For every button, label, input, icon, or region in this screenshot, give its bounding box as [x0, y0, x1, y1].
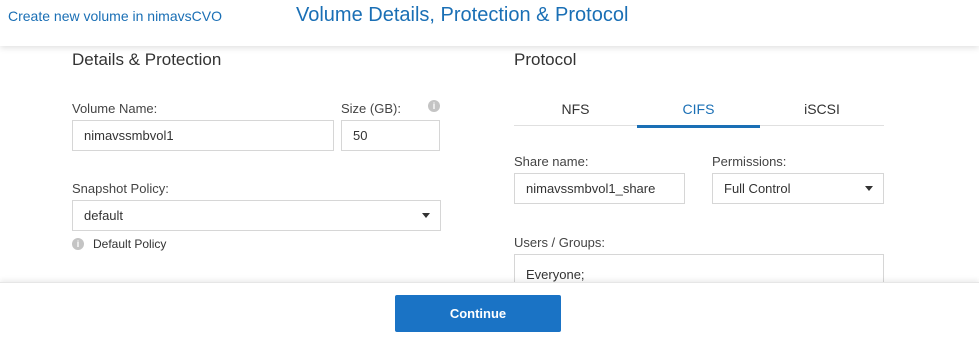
info-icon[interactable]: i: [428, 100, 440, 112]
info-icon: i: [72, 238, 84, 250]
page-title: Volume Details, Protection & Protocol: [296, 4, 629, 26]
size-label: Size (GB):: [341, 101, 401, 116]
snapshot-policy-select[interactable]: default: [72, 200, 441, 231]
snapshot-policy-value: default: [84, 208, 124, 223]
snapshot-policy-note: Default Policy: [93, 237, 167, 251]
snapshot-policy-label: Snapshot Policy:: [72, 181, 169, 196]
footer-bar: Continue: [0, 282, 979, 341]
breadcrumb[interactable]: Create new volume in nimavsCVO: [8, 8, 222, 24]
continue-button[interactable]: Continue: [395, 295, 561, 332]
volume-name-input[interactable]: nimavssmbvol1: [72, 120, 334, 151]
protocol-tabs: NFS CIFS iSCSI: [514, 92, 884, 128]
users-groups-label: Users / Groups:: [514, 235, 606, 250]
caret-down-icon: [422, 213, 430, 218]
tab-iscsi[interactable]: iSCSI: [760, 92, 884, 126]
details-section-title: Details & Protection: [72, 50, 222, 69]
tab-nfs[interactable]: NFS: [514, 92, 637, 126]
permissions-label: Permissions:: [712, 154, 787, 169]
form-content: Details & Protection Volume Name: nimavs…: [0, 46, 979, 282]
top-bar: Create new volume in nimavsCVO Volume De…: [0, 0, 979, 46]
volume-name-label: Volume Name:: [72, 101, 158, 116]
share-name-input[interactable]: nimavssmbvol1_share: [514, 173, 685, 204]
permissions-value: Full Control: [724, 181, 791, 196]
size-input[interactable]: 50: [341, 120, 440, 151]
tab-cifs[interactable]: CIFS: [637, 92, 760, 128]
protocol-section-title: Protocol: [514, 50, 577, 69]
permissions-select[interactable]: Full Control: [712, 173, 884, 204]
share-name-label: Share name:: [514, 154, 589, 169]
users-groups-input[interactable]: Everyone;: [514, 254, 884, 282]
caret-down-icon: [865, 186, 873, 191]
